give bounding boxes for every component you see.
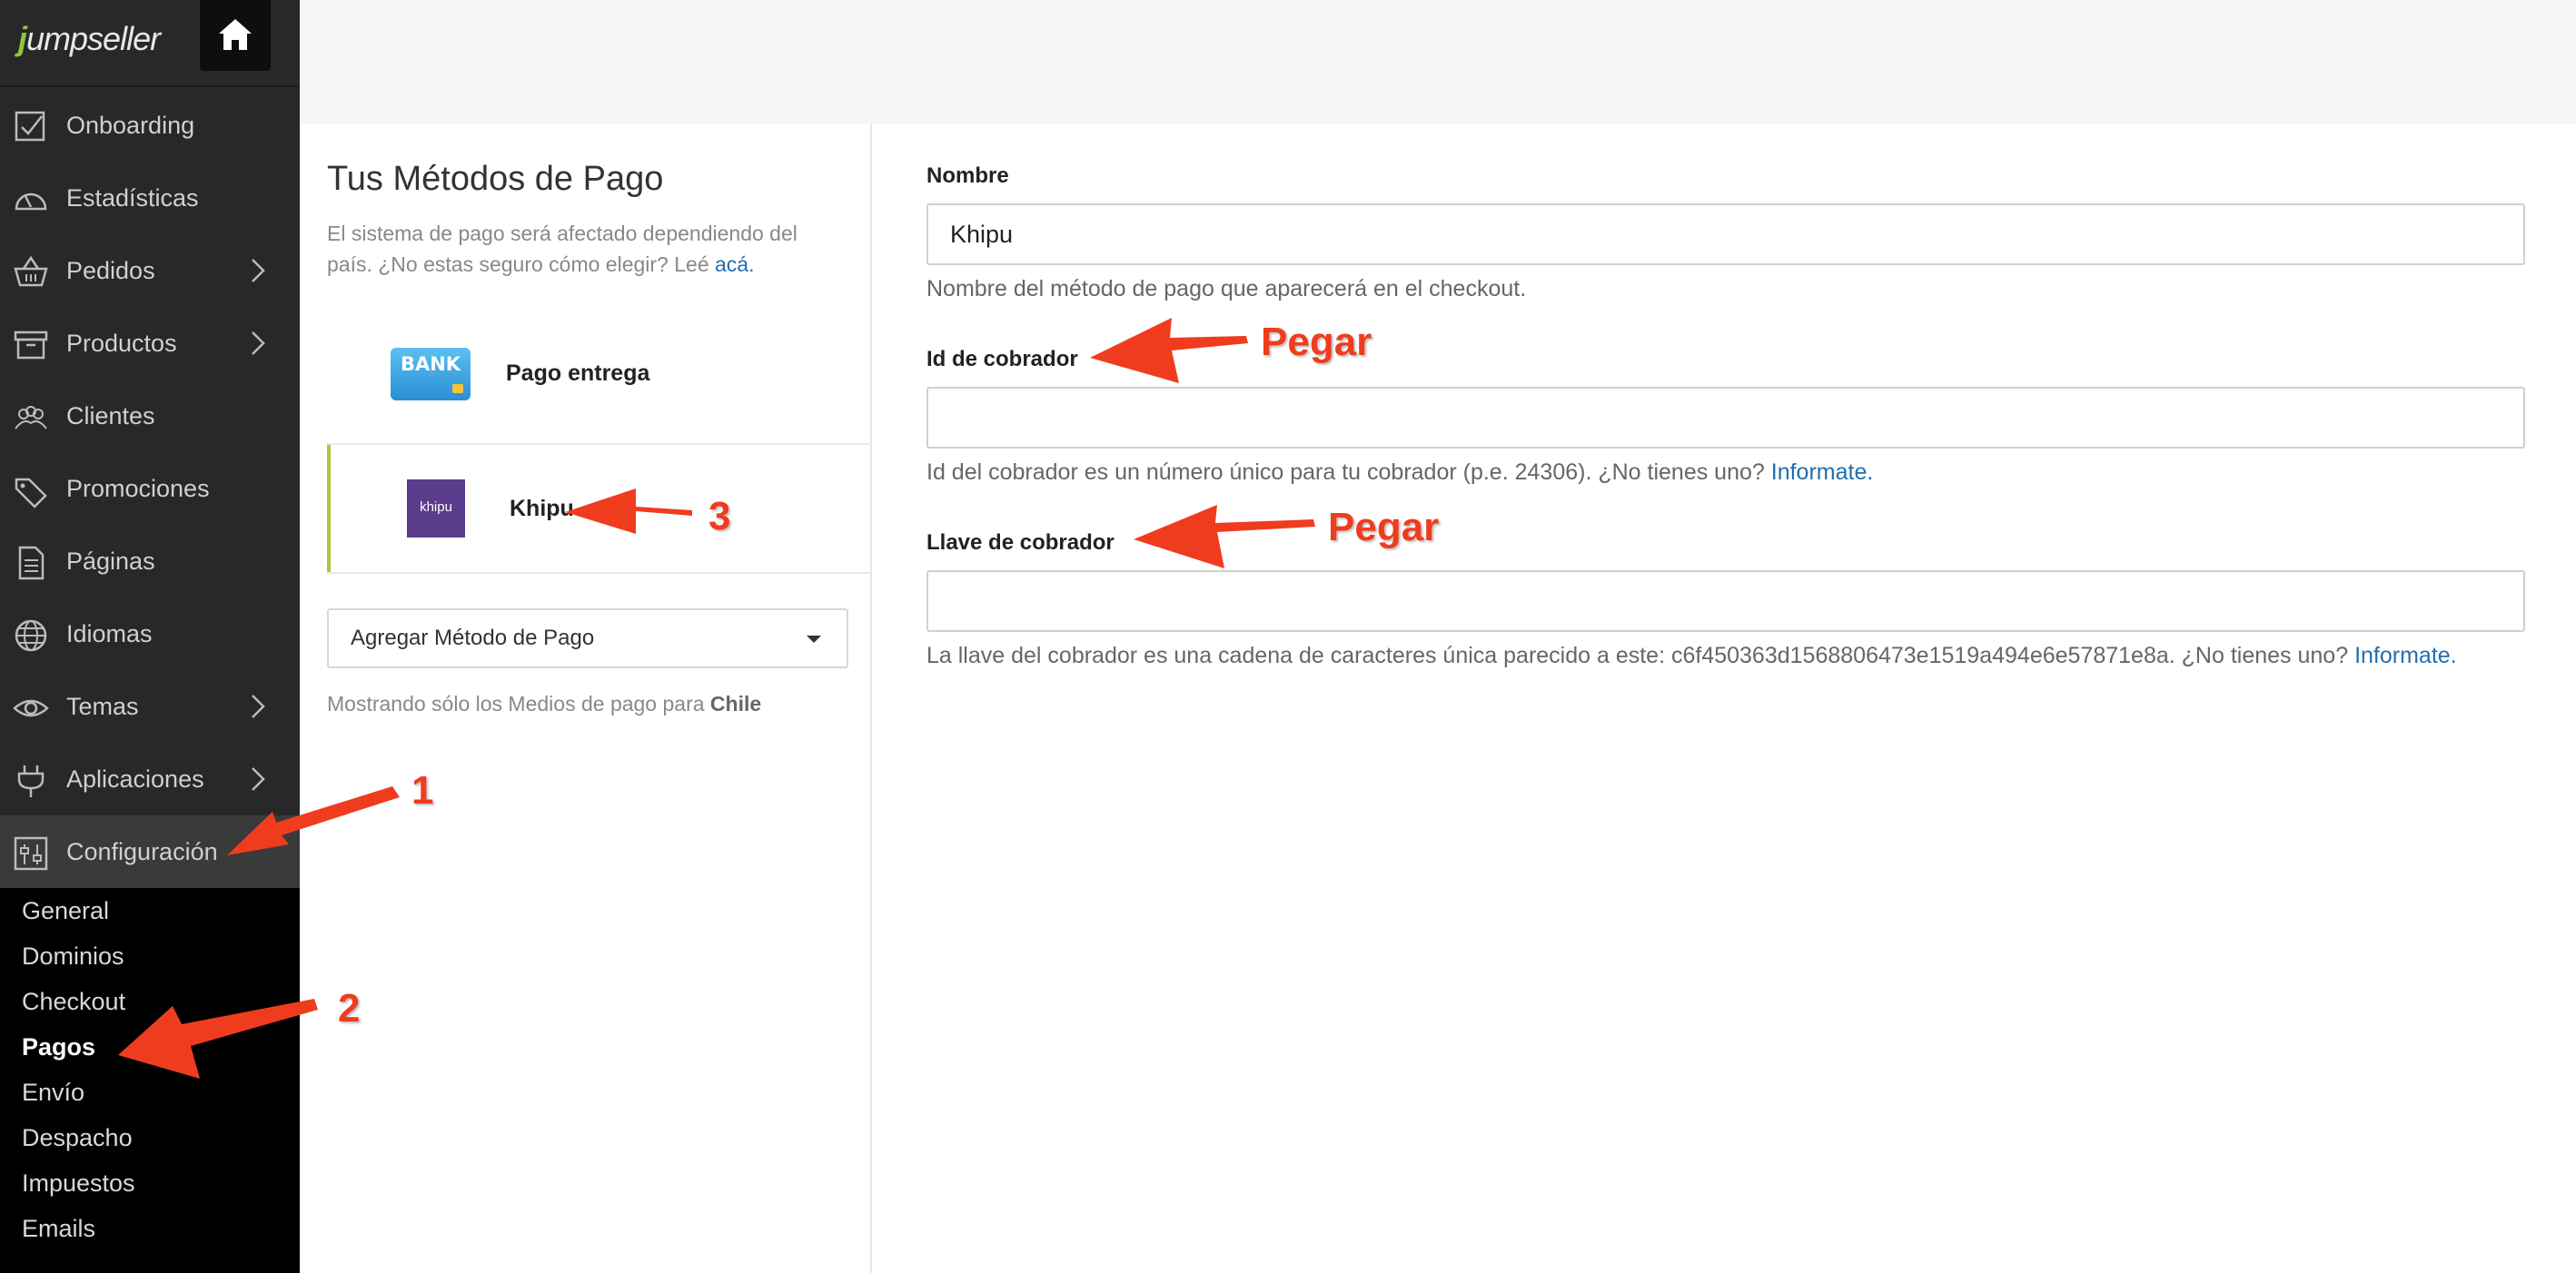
annotation-paste-1: Pegar xyxy=(1261,320,1372,364)
annotation-step-3: 3 xyxy=(708,494,731,538)
annotation-step-1: 1 xyxy=(411,768,434,813)
annotation-step-2: 2 xyxy=(338,986,361,1031)
annotation-arrows xyxy=(118,318,1315,1079)
annotation-paste-2: Pegar xyxy=(1328,505,1440,549)
